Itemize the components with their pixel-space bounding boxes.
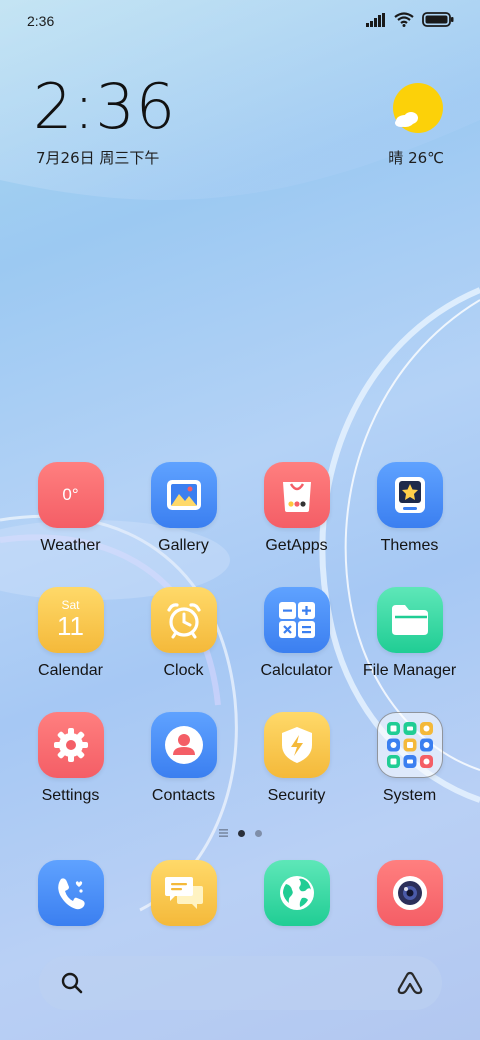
signal-icon xyxy=(366,12,385,27)
globe-icon xyxy=(263,860,330,926)
app-contacts[interactable]: Contacts xyxy=(127,712,240,805)
app-calendar[interactable]: Sat 11 Calendar xyxy=(14,587,127,680)
app-clock[interactable]: Clock xyxy=(127,587,240,680)
calendar-icon: Sat 11 xyxy=(37,587,104,653)
assistant-icon[interactable] xyxy=(396,970,424,996)
app-system-folder[interactable]: System xyxy=(353,712,466,805)
themes-icon xyxy=(376,462,443,528)
page-dot-active[interactable] xyxy=(237,829,245,837)
app-label-getapps: GetApps xyxy=(265,537,328,554)
search-icon[interactable] xyxy=(60,971,84,995)
app-label-calendar: Calendar xyxy=(38,662,103,679)
search-bar[interactable] xyxy=(39,956,442,1010)
weather-widget[interactable] xyxy=(386,82,450,139)
phone-icon xyxy=(37,860,104,926)
status-icons xyxy=(366,12,454,27)
app-settings[interactable]: Settings xyxy=(14,712,127,805)
alarm-clock-icon xyxy=(150,587,217,653)
app-security[interactable]: Security xyxy=(240,712,353,805)
app-label-weather: Weather xyxy=(40,537,101,554)
shield-icon xyxy=(263,712,330,778)
weather-widget-text[interactable]: 晴 26℃ xyxy=(388,147,444,168)
app-label-calculator: Calculator xyxy=(260,662,333,679)
app-label-clock: Clock xyxy=(163,662,204,679)
clock-widget-time[interactable]: 2:36 xyxy=(33,70,176,143)
dock-phone[interactable] xyxy=(14,860,127,926)
messages-icon xyxy=(150,860,217,926)
dock-browser[interactable] xyxy=(240,860,353,926)
clock-widget-date[interactable]: 7月26日 周三下午 xyxy=(36,147,159,168)
folder-icon xyxy=(376,587,443,653)
sun-cloud-icon xyxy=(393,83,443,133)
app-label-gallery: Gallery xyxy=(158,537,209,554)
app-label-file-manager: File Manager xyxy=(362,662,457,679)
drawer-lines-icon xyxy=(218,829,228,837)
folder-grid-icon xyxy=(376,712,443,778)
app-calculator[interactable]: Calculator xyxy=(240,587,353,680)
app-themes[interactable]: Themes xyxy=(353,462,466,555)
app-label-contacts: Contacts xyxy=(151,787,216,804)
dock-camera[interactable] xyxy=(353,860,466,926)
status-time: 2:36 xyxy=(27,13,55,29)
calculator-icon xyxy=(263,587,330,653)
app-weather[interactable]: 0° Weather xyxy=(14,462,127,555)
wifi-icon xyxy=(394,12,414,27)
app-getapps[interactable]: GetApps xyxy=(240,462,353,555)
page-indicator[interactable] xyxy=(0,829,480,837)
weather-icon: 0° xyxy=(37,462,104,528)
gallery-icon xyxy=(150,462,217,528)
app-label-security: Security xyxy=(267,787,326,804)
app-file-manager[interactable]: File Manager xyxy=(353,587,466,680)
calendar-icon-date: 11 xyxy=(57,611,84,641)
gear-icon xyxy=(37,712,104,778)
status-bar: 2:36 xyxy=(0,0,480,42)
calendar-icon-day: Sat xyxy=(61,598,80,612)
page-dot[interactable] xyxy=(254,829,262,837)
weather-icon-text: 0° xyxy=(62,485,79,504)
app-label-themes: Themes xyxy=(380,537,439,554)
app-gallery[interactable]: Gallery xyxy=(127,462,240,555)
app-label-system: System xyxy=(382,787,437,804)
camera-icon xyxy=(376,860,443,926)
battery-icon xyxy=(422,12,454,27)
contact-icon xyxy=(150,712,217,778)
getapps-icon xyxy=(263,462,330,528)
app-label-settings: Settings xyxy=(41,787,100,804)
dock-messages[interactable] xyxy=(127,860,240,926)
